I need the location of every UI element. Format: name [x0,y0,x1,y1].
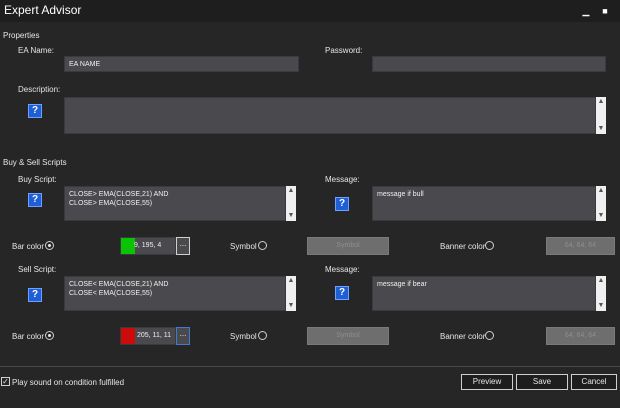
scroll-down-icon[interactable]: ▼ [596,211,606,221]
play-sound-label: Play sound on condition fulfilled [12,378,125,387]
sell-script-help-icon[interactable]: ? [28,288,42,302]
buy-bar-color-picker-button[interactable]: ... [176,237,190,255]
sell-bar-color-label: Bar color [12,332,45,341]
sell-script-scrollbar[interactable]: ▲ ▼ [286,276,296,311]
sell-banner-color-field[interactable]: 64, 64, 64 [546,327,615,345]
buy-banner-color-radio[interactable] [485,241,494,250]
scroll-up-icon[interactable]: ▲ [596,186,606,196]
sell-message-help-icon[interactable]: ? [335,286,349,300]
buy-bar-color-field[interactable]: 9, 195, 4 [120,237,176,255]
buy-symbol-button[interactable]: Symbol [307,237,389,255]
sell-symbol-button[interactable]: Symbol [307,327,389,345]
buy-bar-color-radio[interactable] [45,241,54,250]
play-sound-checkbox[interactable]: ✓ [1,377,10,386]
buy-message-label: Message: [325,175,360,184]
scroll-down-icon[interactable]: ▼ [596,124,606,134]
password-input[interactable] [372,56,606,72]
buy-script-label: Buy Script: [18,175,57,184]
buy-banner-color-label: Banner color [440,242,486,251]
ea-name-input[interactable]: EA NAME [64,56,299,72]
scroll-down-icon[interactable]: ▼ [596,301,606,311]
scripts-section-title: Buy & Sell Scripts [3,158,67,167]
sell-message-input[interactable]: message if bear [372,276,596,311]
buy-script-help-icon[interactable]: ? [28,193,42,207]
buy-bar-color-label: Bar color [12,242,45,251]
buy-banner-color-field[interactable]: 64, 64, 64 [546,237,615,255]
sell-banner-color-radio[interactable] [485,331,494,340]
title-bar [0,0,620,22]
buy-bar-color-value: 9, 195, 4 [134,242,162,249]
sell-message-label: Message: [325,265,360,274]
minimize-icon[interactable]: ▁ [581,6,591,16]
window-title: Expert Advisor [4,3,82,17]
preview-button[interactable]: Preview [461,374,513,390]
buy-symbol-label: Symbol [230,242,257,251]
maximize-icon[interactable]: ■ [600,6,610,16]
sell-message-scrollbar[interactable]: ▲ ▼ [596,276,606,311]
scroll-up-icon[interactable]: ▲ [286,186,296,196]
buy-bar-color-swatch [121,238,135,254]
scroll-up-icon[interactable]: ▲ [286,276,296,286]
ea-name-label: EA Name: [18,46,55,55]
sell-banner-color-label: Banner color [440,332,486,341]
cancel-button[interactable]: Cancel [571,374,617,390]
save-button[interactable]: Save [516,374,568,390]
description-input[interactable] [64,97,596,134]
sell-symbol-label: Symbol [230,332,257,341]
sell-bar-color-picker-button[interactable]: ... [176,327,190,345]
sell-script-input[interactable]: CLOSE< EMA(CLOSE,21) AND CLOSE< EMA(CLOS… [64,276,286,311]
password-label: Password: [325,46,363,55]
sell-bar-color-swatch [121,328,135,344]
scroll-up-icon[interactable]: ▲ [596,276,606,286]
buy-message-input[interactable]: message if bull [372,186,596,221]
scroll-down-icon[interactable]: ▼ [286,211,296,221]
buy-script-scrollbar[interactable]: ▲ ▼ [286,186,296,221]
properties-section-title: Properties [3,31,40,40]
scroll-up-icon[interactable]: ▲ [596,97,606,107]
description-help-icon[interactable]: ? [28,104,42,118]
buy-script-input[interactable]: CLOSE> EMA(CLOSE,21) AND CLOSE> EMA(CLOS… [64,186,286,221]
buy-message-scrollbar[interactable]: ▲ ▼ [596,186,606,221]
buy-symbol-radio[interactable] [258,241,267,250]
description-label: Description: [18,85,61,94]
sell-bar-color-field[interactable]: 205, 11, 11 [120,327,176,345]
sell-symbol-radio[interactable] [258,331,267,340]
footer-divider [0,366,620,367]
sell-script-label: Sell Script: [18,265,57,274]
sell-bar-color-value: 205, 11, 11 [137,332,171,339]
description-scrollbar[interactable]: ▲ ▼ [596,97,606,134]
scroll-down-icon[interactable]: ▼ [286,301,296,311]
buy-message-help-icon[interactable]: ? [335,197,349,211]
sell-bar-color-radio[interactable] [45,331,54,340]
